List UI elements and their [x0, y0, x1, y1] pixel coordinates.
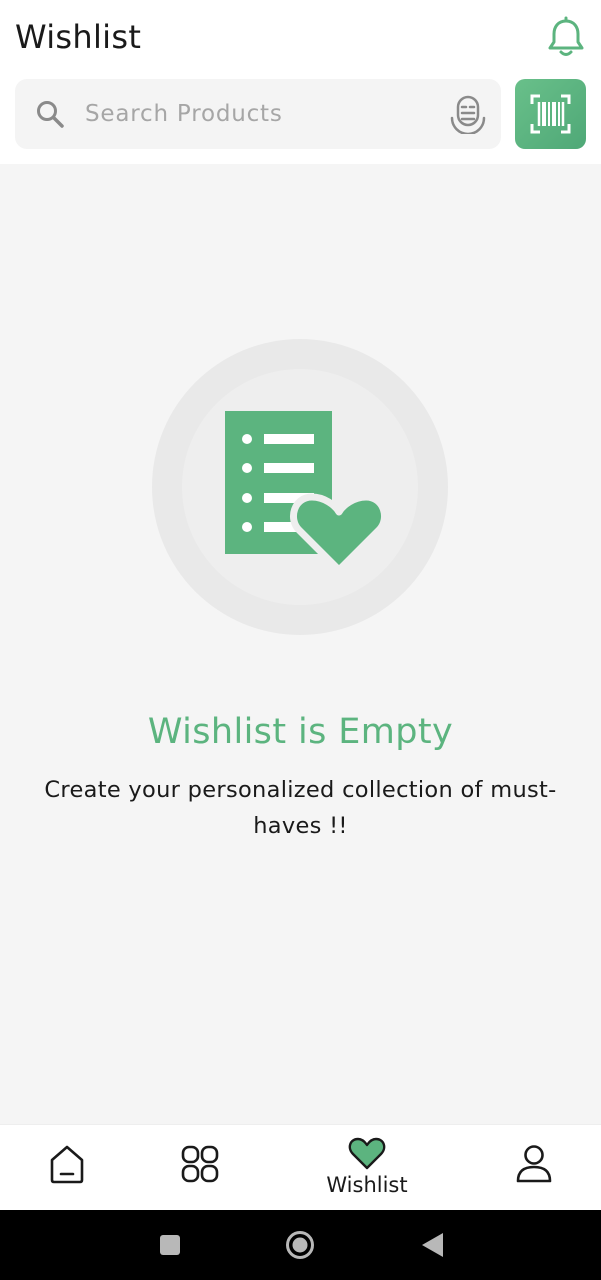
search-bar	[15, 79, 501, 149]
back-triangle-icon	[422, 1233, 443, 1257]
home-icon	[50, 1145, 84, 1184]
user-icon	[516, 1145, 552, 1183]
heart-icon	[348, 1137, 386, 1170]
recents-button[interactable]	[150, 1210, 190, 1280]
empty-state-title: Wishlist is Empty	[147, 712, 454, 752]
system-navigation-bar	[0, 1210, 601, 1280]
search-icon	[35, 99, 65, 129]
nav-item-profile[interactable]	[497, 1125, 571, 1211]
home-circle-icon	[286, 1231, 314, 1259]
system-home-button[interactable]	[280, 1210, 320, 1280]
nav-item-categories[interactable]	[163, 1125, 237, 1211]
voice-search-icon[interactable]	[447, 94, 489, 136]
recents-square-icon	[160, 1235, 180, 1255]
page-title: Wishlist	[15, 18, 142, 56]
wishlist-list-heart-icon	[152, 339, 448, 635]
nav-item-home[interactable]	[30, 1125, 104, 1211]
barcode-scan-button[interactable]	[515, 79, 586, 149]
barcode-scan-icon	[530, 94, 571, 134]
search-input[interactable]	[85, 95, 435, 133]
nav-item-wishlist[interactable]: Wishlist	[316, 1125, 418, 1211]
back-button[interactable]	[412, 1210, 452, 1280]
categories-grid-icon	[181, 1145, 219, 1183]
empty-wishlist-illustration	[152, 339, 448, 635]
top-app-bar: Wishlist	[0, 0, 601, 164]
nav-label-wishlist: Wishlist	[326, 1173, 408, 1197]
empty-state-subtitle: Create your personalized collection of m…	[44, 777, 557, 839]
bell-icon[interactable]	[546, 16, 586, 58]
wishlist-screen: Wishlist Search Products Wishlist is Emp…	[0, 0, 601, 1280]
bottom-navigation: Wishlist	[0, 1124, 601, 1210]
